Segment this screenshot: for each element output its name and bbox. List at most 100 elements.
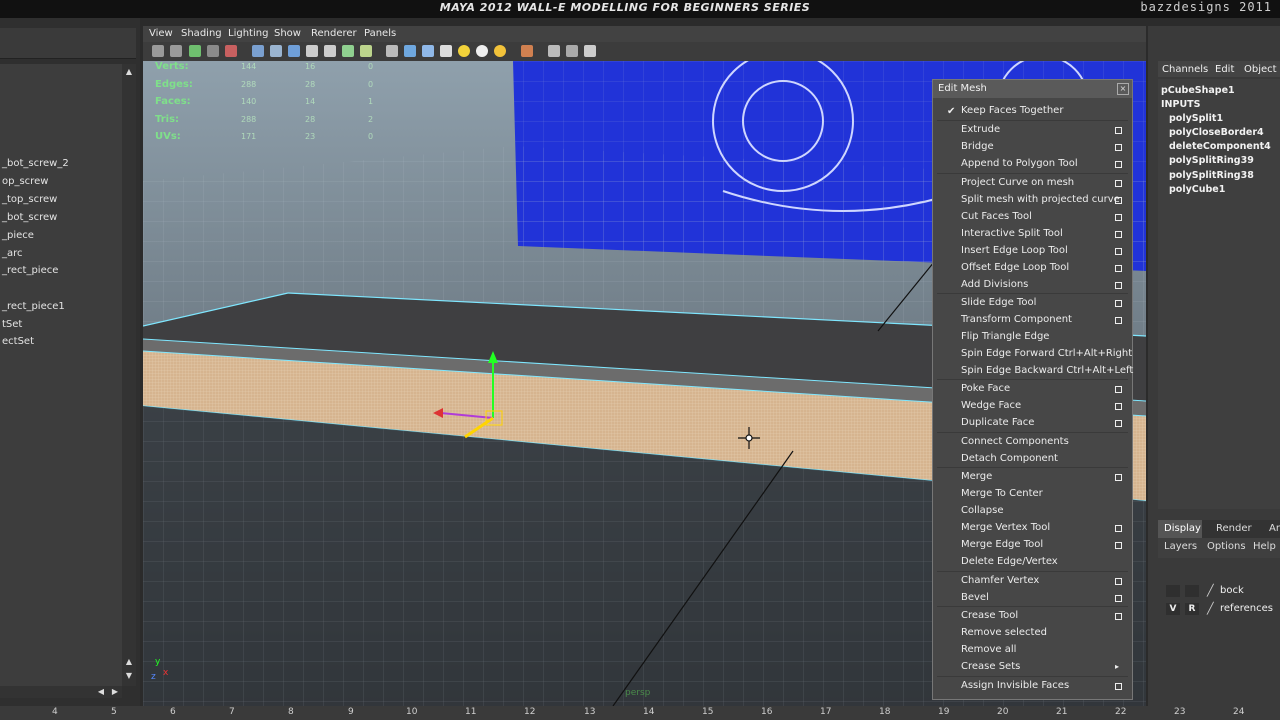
layer-type-toggle[interactable] [1185, 585, 1199, 597]
wireframe-on-shaded-icon[interactable] [422, 45, 434, 57]
menu-item[interactable]: Assign Invisible Faces [961, 680, 1069, 691]
all-lights-icon[interactable] [476, 45, 488, 57]
menu-item[interactable]: Append to Polygon Tool [961, 158, 1078, 169]
scroll-up-icon[interactable]: ▲ [122, 66, 136, 78]
menu-item[interactable]: Spin Edge Forward Ctrl+Alt+Right [961, 348, 1132, 359]
option-box-icon[interactable] [1115, 248, 1122, 255]
option-box-icon[interactable] [1115, 542, 1122, 549]
tab-display[interactable]: Display [1164, 523, 1201, 534]
option-box-icon[interactable] [1115, 231, 1122, 238]
input-node[interactable]: polySplitRing39 [1169, 155, 1254, 166]
input-node[interactable]: deleteComponent4 [1169, 141, 1271, 152]
option-box-icon[interactable] [1115, 144, 1122, 151]
menu-item[interactable]: Flip Triangle Edge [961, 331, 1049, 342]
scroll-up-icon[interactable]: ▲ [122, 656, 136, 668]
close-icon[interactable]: × [1117, 83, 1129, 95]
option-box-icon[interactable] [1115, 300, 1122, 307]
menu-show[interactable]: Show [274, 28, 301, 39]
shadows-icon[interactable] [494, 45, 506, 57]
xray-joints-icon[interactable] [566, 45, 578, 57]
option-box-icon[interactable] [1115, 525, 1122, 532]
layer-row[interactable]: V R ╱ references [1158, 601, 1280, 617]
menu-item[interactable]: Crease Tool [961, 610, 1018, 621]
menu-item[interactable]: Interactive Split Tool [961, 228, 1063, 239]
menu-item[interactable]: Merge Vertex Tool [961, 522, 1050, 533]
shape-node[interactable]: pCubeShape1 [1161, 85, 1235, 96]
outliner-item[interactable]: op_screw [2, 176, 48, 187]
outliner-item[interactable]: _top_screw [2, 194, 57, 205]
outliner-item[interactable]: tSet [2, 319, 22, 330]
menu-item[interactable]: Wedge Face [961, 400, 1021, 411]
layer-visibility-toggle[interactable] [1166, 585, 1180, 597]
menu-item[interactable]: Cut Faces Tool [961, 211, 1032, 222]
option-box-icon[interactable] [1115, 265, 1122, 272]
camera-select-icon[interactable] [152, 45, 164, 57]
wireframe-icon[interactable] [386, 45, 398, 57]
resolution-gate-icon[interactable] [288, 45, 300, 57]
bookmark-icon[interactable] [189, 45, 201, 57]
option-box-icon[interactable] [1115, 613, 1122, 620]
menu-item[interactable]: Remove selected [961, 627, 1047, 638]
outliner-item[interactable]: ectSet [2, 336, 34, 347]
xray-icon[interactable] [548, 45, 560, 57]
input-node[interactable]: polySplitRing38 [1169, 170, 1254, 181]
film-gate-icon[interactable] [270, 45, 282, 57]
input-node[interactable]: polyCloseBorder4 [1169, 127, 1264, 138]
textured-icon[interactable] [440, 45, 452, 57]
option-box-icon[interactable] [1115, 214, 1122, 221]
menu-renderer[interactable]: Renderer [311, 28, 357, 39]
option-box-icon[interactable] [1115, 683, 1122, 690]
menu-item[interactable]: Duplicate Face [961, 417, 1034, 428]
layer-visibility-toggle[interactable]: V [1166, 603, 1180, 615]
menu-item[interactable]: Merge Edge Tool [961, 539, 1043, 550]
layer-name[interactable]: references [1220, 603, 1273, 614]
menu-item[interactable]: Delete Edge/Vertex [961, 556, 1058, 567]
outliner-scrollbar[interactable]: ▲ ▲ ▼ [122, 64, 136, 686]
outliner-item[interactable]: _bot_screw_2 [2, 158, 69, 169]
default-light-icon[interactable] [458, 45, 470, 57]
layer-color-icon[interactable]: ╱ [1207, 602, 1214, 615]
layer-row[interactable]: ╱ bock [1158, 583, 1280, 599]
option-box-icon[interactable] [1115, 180, 1122, 187]
option-box-icon[interactable] [1115, 127, 1122, 134]
tab-anim[interactable]: An [1269, 523, 1280, 534]
menu-layers[interactable]: Layers [1164, 541, 1197, 552]
outliner-item[interactable]: _piece [2, 230, 34, 241]
option-box-icon[interactable] [1115, 317, 1122, 324]
safe-title-icon[interactable] [360, 45, 372, 57]
time-slider-ruler[interactable]: 4 5 6 7 8 9 10 11 12 13 14 15 16 17 18 19 20 21 22 23 24 [0, 706, 1280, 720]
share-icon[interactable] [584, 45, 596, 57]
menu-item[interactable]: Bridge [961, 141, 994, 152]
option-box-icon[interactable] [1115, 161, 1122, 168]
menu-shading[interactable]: Shading [181, 28, 222, 39]
menu-panels[interactable]: Panels [364, 28, 396, 39]
menu-item[interactable]: Detach Component [961, 453, 1058, 464]
menu-edit[interactable]: Edit [1215, 64, 1234, 75]
menu-lighting[interactable]: Lighting [228, 28, 268, 39]
option-box-icon[interactable] [1115, 578, 1122, 585]
menu-options[interactable]: Options [1207, 541, 1246, 552]
option-box-icon[interactable] [1115, 420, 1122, 427]
option-box-icon[interactable] [1115, 197, 1122, 204]
outliner-item[interactable]: _rect_piece [2, 265, 58, 276]
option-box-icon[interactable] [1115, 403, 1122, 410]
menu-item[interactable]: Project Curve on mesh [961, 177, 1074, 188]
input-node[interactable]: polySplit1 [1169, 113, 1223, 124]
safe-action-icon[interactable] [342, 45, 354, 57]
outliner-item[interactable]: _arc [2, 248, 23, 259]
menu-view[interactable]: View [149, 28, 173, 39]
field-chart-icon[interactable] [324, 45, 336, 57]
edit-mesh-titlebar[interactable]: Edit Mesh × [933, 80, 1132, 98]
gate-mask-icon[interactable] [306, 45, 318, 57]
menu-item[interactable]: Remove all [961, 644, 1016, 655]
option-box-icon[interactable] [1115, 282, 1122, 289]
grid-icon[interactable] [252, 45, 264, 57]
outliner-item[interactable]: _bot_screw [2, 212, 57, 223]
menu-item[interactable]: Poke Face [961, 383, 1010, 394]
layer-color-icon[interactable]: ╱ [1207, 584, 1214, 597]
camera-attributes-icon[interactable] [170, 45, 182, 57]
outliner-hscrollbar[interactable]: ◀ ▶ [0, 686, 122, 698]
menu-item[interactable]: Offset Edge Loop Tool [961, 262, 1069, 273]
menu-channels[interactable]: Channels [1162, 64, 1208, 75]
menu-item[interactable]: Chamfer Vertex [961, 575, 1039, 586]
